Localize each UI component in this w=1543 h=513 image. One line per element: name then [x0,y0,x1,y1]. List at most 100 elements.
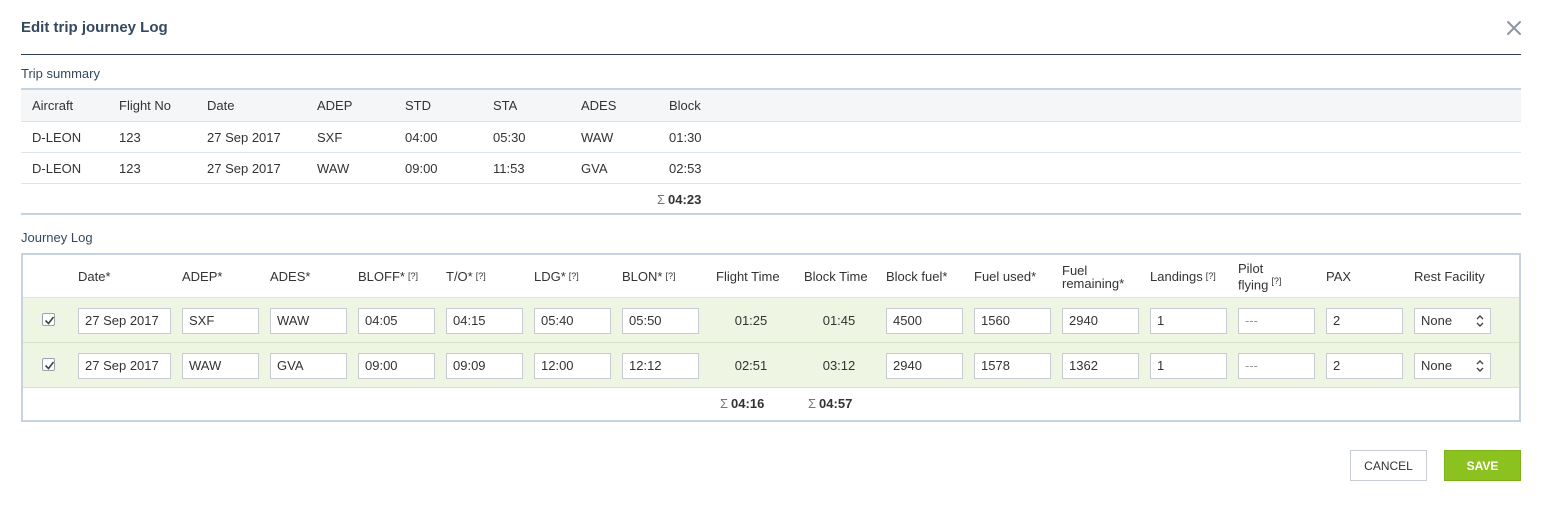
takeoff-input[interactable]: 09:09 [446,353,523,379]
flight-time-value: 01:25 [734,313,768,328]
cell-adep: WAW [317,161,350,176]
cell-date: 27 Sep 2017 [207,161,281,176]
help-hint-icon[interactable]: [?] [1206,270,1216,283]
fuel-used-input[interactable]: 1578 [974,353,1051,379]
column-header: ADES [581,98,617,113]
pilot-flying-input[interactable]: --- [1238,353,1315,379]
fuel-remaining-input[interactable]: 1362 [1062,353,1139,379]
sigma-icon: Σ [657,192,666,207]
help-hint-icon[interactable]: [?] [408,270,418,283]
cell-sta: 11:53 [493,161,525,176]
fuel-remaining-input[interactable]: 2940 [1062,308,1139,334]
header-fuel-remaining-line2: remaining* [1062,275,1125,291]
adep-input[interactable]: SXF [182,308,259,334]
header-ldg-label: LDG* [534,269,566,284]
check-icon [44,316,55,325]
rest-facility-select[interactable]: None [1414,308,1491,334]
select-updown-icon [1476,360,1484,372]
header-block-time: Block Time [804,269,868,284]
header-pax: PAX [1326,269,1352,284]
trip-summary-label: Trip summary [21,66,100,81]
help-hint-icon[interactable]: [?] [665,270,675,283]
landings-input[interactable]: 1 [1150,308,1227,334]
header-to: T/O* [?] [446,255,486,298]
select-updown-icon [1476,315,1484,327]
cell-ades: WAW [581,130,614,145]
check-icon [44,361,55,370]
header-pilot-flying-line2: flying [1238,277,1269,293]
header-rest-facility: Rest Facility [1414,269,1485,284]
header-landings-label: Landings [1150,269,1203,284]
journey-total-row: Σ 04:16 Σ 04:57 [23,388,1519,420]
fuel-used-input[interactable]: 1560 [974,308,1051,334]
header-fuel-remaining: Fuel remaining* [1062,255,1124,298]
landing-time-input[interactable]: 05:40 [534,308,611,334]
blon-input[interactable]: 12:12 [622,353,699,379]
header-fuel-used: Fuel used* [974,269,1037,284]
header-ades: ADES* [270,269,311,284]
column-header: Date [207,98,235,113]
cell-std: 09:00 [405,161,438,176]
landings-input[interactable]: 1 [1150,353,1227,379]
block-fuel-input[interactable]: 4500 [886,308,963,334]
save-button[interactable]: SAVE [1444,450,1521,481]
cell-flight-no: 123 [119,130,141,145]
help-hint-icon[interactable]: [?] [569,270,579,283]
row-select-checkbox[interactable] [42,358,55,371]
journey-row: 27 Sep 2017 SXF WAW 04:05 04:15 05:40 05… [23,298,1519,343]
date-input[interactable]: 27 Sep 2017 [78,353,171,379]
rest-facility-value: None [1421,358,1453,373]
block-fuel-input[interactable]: 2940 [886,353,963,379]
pax-input[interactable]: 2 [1326,353,1403,379]
header-bloff-label: BLOFF* [358,269,405,284]
cancel-button[interactable]: CANCEL [1350,450,1427,481]
ades-input[interactable]: WAW [270,308,347,334]
journey-log-label: Journey Log [21,230,93,245]
date-input[interactable]: 27 Sep 2017 [78,308,171,334]
pilot-flying-input[interactable]: --- [1238,308,1315,334]
blon-input[interactable]: 05:50 [622,308,699,334]
edit-journey-log-dialog: Edit trip journey Log Trip summary Aircr… [0,0,1543,513]
cell-aircraft: D-LEON [32,161,82,176]
flight-time-value: 02:51 [734,358,768,373]
cell-date: 27 Sep 2017 [207,130,281,145]
header-flight-time: Flight Time [716,269,780,284]
block-time-value: 01:45 [822,313,856,328]
help-hint-icon[interactable]: [?] [1271,276,1281,286]
header-date: Date* [78,269,111,284]
total-block-time-value: 04:57 [819,396,853,411]
header-pilot-flying-line1: Pilot [1238,260,1264,276]
column-header: Block [669,98,701,113]
trip-summary-table: Aircraft Flight No Date ADEP STD STA ADE… [21,88,1521,215]
takeoff-input[interactable]: 04:15 [446,308,523,334]
header-landings: Landings [?] [1150,255,1216,298]
column-header: Aircraft [32,98,74,113]
rest-facility-value: None [1421,313,1453,328]
sigma-icon: Σ [720,396,729,411]
header-pilot-flying-line2-wrap: flying [?] [1238,275,1281,291]
journey-row: 27 Sep 2017 WAW GVA 09:00 09:09 12:00 12… [23,343,1519,388]
close-icon[interactable] [1503,17,1525,39]
header-pilot-flying: Pilot flying [?] [1238,255,1281,298]
bloff-input[interactable]: 09:00 [358,353,435,379]
flight-time-total: Σ 04:16 [720,388,764,420]
block-time-value: 03:12 [822,358,856,373]
rest-facility-select[interactable]: None [1414,353,1491,379]
landing-time-input[interactable]: 12:00 [534,353,611,379]
block-total: Σ 04:23 [657,184,701,215]
summary-total-row: Σ 04:23 [21,184,1521,215]
adep-input[interactable]: WAW [182,353,259,379]
header-to-label: T/O* [446,269,473,284]
header-block-fuel: Block fuel* [886,269,948,284]
journey-log-table: Date* ADEP* ADES* BLOFF* [?] T/O* [?] LDG*… [21,253,1521,422]
column-header: STA [493,98,518,113]
header-fuel-remaining-line1: Fuel [1062,262,1088,278]
help-hint-icon[interactable]: [?] [476,270,486,283]
cell-block: 02:53 [669,161,702,176]
row-select-checkbox[interactable] [42,313,55,326]
bloff-input[interactable]: 04:05 [358,308,435,334]
header-bloff: BLOFF* [?] [358,255,418,298]
column-header: ADEP [317,98,353,113]
pax-input[interactable]: 2 [1326,308,1403,334]
ades-input[interactable]: GVA [270,353,347,379]
